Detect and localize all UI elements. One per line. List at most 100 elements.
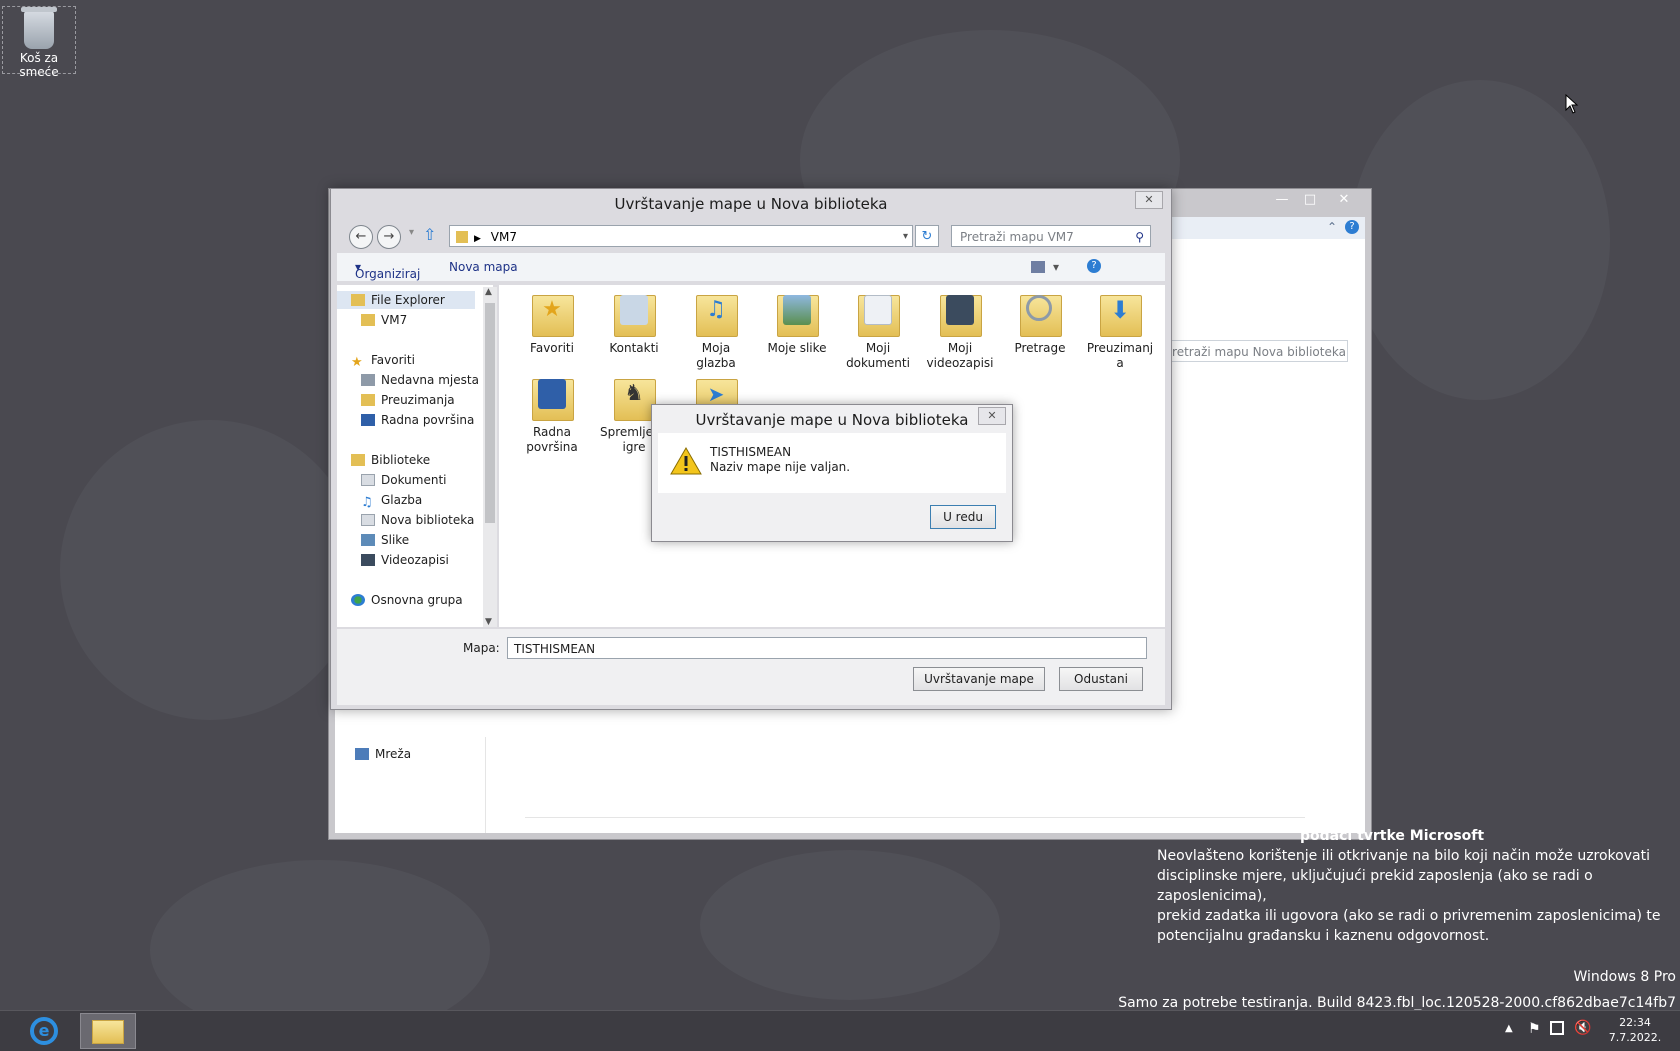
refresh-button[interactable]: ↻ (915, 225, 939, 247)
confidential-notice: podaci tvrtke Microsoft Neovlašteno kori… (1157, 826, 1677, 946)
volume-muted-icon[interactable]: 🔇 (1574, 1020, 1591, 1036)
file-explorer-taskbar-button[interactable] (80, 1013, 136, 1049)
cancel-button[interactable]: Odustani (1059, 667, 1143, 691)
folder-searches[interactable]: Pretrage (999, 291, 1081, 356)
clock-date: 7.7.2022. (1608, 1031, 1662, 1044)
help-icon[interactable]: ? (1087, 259, 1101, 273)
searches-folder-icon (1020, 291, 1062, 337)
background-pattern (1350, 80, 1610, 400)
folder-favorites[interactable]: ★ Favoriti (511, 291, 593, 356)
folder-field-label: Mapa: (463, 641, 500, 655)
nav-item-vm7[interactable]: VM7 (361, 311, 407, 329)
recycle-bin-label: Koš za smeće (19, 51, 59, 79)
search-input[interactable]: Pretraži mapu VM7 ⚲ (951, 225, 1151, 247)
navigation-pane: File Explorer VM7 ★ Favoriti Nedavna mjes… (337, 285, 493, 627)
nav-item-downloads[interactable]: Preuzimanja (361, 391, 455, 409)
recycle-bin-icon (21, 7, 57, 49)
dialog-close-button[interactable]: ✕ (1135, 191, 1163, 209)
nav-item-favorites[interactable]: ★ Favoriti (351, 351, 415, 369)
favorites-folder-icon: ★ (532, 291, 574, 337)
nav-item-recent-places[interactable]: Nedavna mjesta (361, 371, 479, 389)
organize-menu[interactable]: Organiziraj ▾ (355, 260, 420, 281)
history-dropdown-icon[interactable]: ▾ (409, 227, 414, 238)
forward-button[interactable]: → (377, 225, 401, 249)
action-center-flag-icon[interactable]: ⚑ (1528, 1021, 1541, 1037)
nav-item-homegroup[interactable]: Osnovna grupa (351, 591, 463, 609)
breadcrumb-chevron-icon: ▶ (474, 234, 481, 244)
clock[interactable]: 22:34 7.7.2022. (1600, 1015, 1670, 1045)
background-pattern (700, 850, 1000, 1000)
desktop-icon (361, 414, 375, 426)
help-icon[interactable]: ? (1345, 220, 1359, 234)
nav-scrollbar[interactable]: ▲ ▼ (483, 287, 497, 627)
documents-folder-icon (858, 291, 900, 337)
scrollbar-thumb[interactable] (485, 303, 495, 523)
music-icon: ♫ (361, 495, 373, 510)
nav-item-new-library[interactable]: Nova biblioteka (361, 511, 474, 529)
close-button[interactable]: ✕ (1331, 191, 1357, 209)
address-dropdown-icon[interactable]: ▾ (903, 226, 908, 248)
nav-item-videos[interactable]: Videozapisi (361, 551, 449, 569)
internet-explorer-icon: e (30, 1017, 58, 1045)
nav-item-desktop[interactable]: Radna površina (361, 411, 474, 429)
search-icon: ⚲ (1135, 230, 1144, 244)
maximize-button[interactable]: □ (1297, 191, 1323, 209)
internet-explorer-button[interactable]: e (24, 1015, 64, 1047)
saved-games-folder-icon: ♞ (614, 375, 656, 421)
desktop-folder-icon (532, 375, 574, 421)
address-bar[interactable]: ▶ VM7 ▾ (449, 225, 913, 247)
user-folder-icon (361, 314, 375, 326)
folder-contacts[interactable]: Kontakti (593, 291, 675, 356)
nav-item-pictures[interactable]: Slike (361, 531, 409, 549)
videos-folder-icon (940, 291, 982, 337)
folder-icon (351, 294, 365, 306)
recycle-bin-shortcut[interactable]: Koš za smeće (2, 6, 76, 79)
homegroup-icon (351, 594, 365, 606)
background-search-input[interactable]: Pretraži mapu Nova biblioteka (1160, 340, 1348, 362)
nav-item-music[interactable]: ♫ Glazba (361, 491, 422, 509)
notice-line: disciplinske mjere, uključujući prekid z… (1157, 868, 1593, 904)
minimize-button[interactable]: — (1269, 191, 1295, 209)
view-dropdown-icon[interactable]: ▾ (1053, 260, 1059, 274)
nav-item-file-explorer[interactable]: File Explorer (337, 291, 475, 309)
dialog-title: Uvrštavanje mape u Nova biblioteka (614, 195, 888, 213)
folder-my-videos[interactable]: Moji videozapisi (919, 291, 1001, 371)
show-hidden-icons-button[interactable]: ▲ (1505, 1023, 1513, 1034)
nav-item-network[interactable]: Mreža (355, 747, 411, 761)
folder-my-documents[interactable]: Moji dokumenti (837, 291, 919, 371)
view-options-icon[interactable] (1031, 261, 1045, 273)
message-box-body: TISTHISMEAN Naziv mape nije valjan. (658, 433, 1006, 493)
message-error-text: Naziv mape nije valjan. (710, 460, 851, 474)
up-arrow-icon[interactable]: ⇧ (423, 225, 436, 244)
clock-time: 22:34 (1619, 1016, 1651, 1029)
include-folder-button[interactable]: Uvrštavanje mape (913, 667, 1045, 691)
build-watermark: Windows 8 Pro Samo za potrebe testiranja… (1000, 964, 1676, 1016)
folder-my-pictures[interactable]: Moje slike (756, 291, 838, 356)
downloads-folder-icon: ⬇ (1100, 291, 1142, 337)
windows-edition: Windows 8 Pro (1573, 969, 1676, 985)
folder-downloads[interactable]: ⬇ Preuzimanj a (1079, 291, 1161, 371)
collapse-ribbon-icon[interactable]: ⌃ (1327, 220, 1337, 234)
background-pattern (60, 420, 360, 720)
notice-heading: podaci tvrtke Microsoft (1300, 828, 1485, 844)
folder-name-input[interactable]: TISTHISMEAN (507, 637, 1147, 659)
error-message-box: Uvrštavanje mape u Nova biblioteka ✕ TIS… (651, 404, 1013, 542)
back-button[interactable]: ← (349, 225, 373, 249)
network-status-icon[interactable] (1550, 1021, 1564, 1035)
folder-my-music[interactable]: ♫ Moja glazba (675, 291, 757, 371)
scroll-down-icon[interactable]: ▼ (485, 617, 492, 627)
folder-desktop[interactable]: Radna površina (511, 375, 593, 455)
network-icon (355, 748, 369, 760)
scroll-up-icon[interactable]: ▲ (485, 287, 492, 297)
documents-icon (361, 474, 375, 486)
command-bar: Organiziraj ▾ Nova mapa ▾ ? (337, 253, 1165, 281)
pictures-folder-icon (777, 291, 819, 337)
ok-button[interactable]: U redu (930, 505, 996, 529)
nav-item-documents[interactable]: Dokumenti (361, 471, 446, 489)
nav-item-libraries[interactable]: Biblioteke (351, 451, 430, 469)
taskbar: e ▲ ⚑ 🔇 22:34 7.7.2022. (0, 1010, 1680, 1051)
warning-icon (670, 447, 702, 475)
new-folder-button[interactable]: Nova mapa (449, 260, 518, 274)
message-box-close-button[interactable]: ✕ (978, 407, 1006, 425)
music-folder-icon: ♫ (696, 291, 738, 337)
